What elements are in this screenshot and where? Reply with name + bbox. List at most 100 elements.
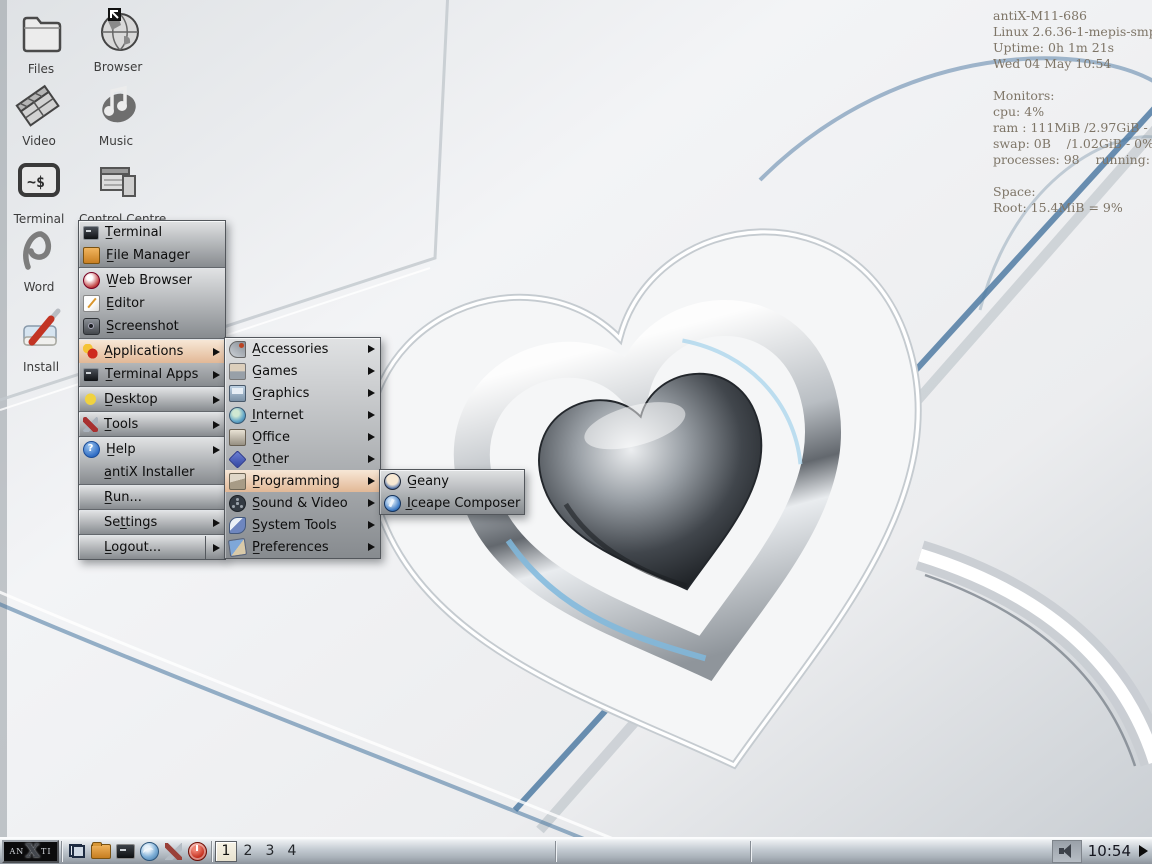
conky-line: swap: 0B /1.02GiB - 0%	[993, 136, 1151, 152]
taskbar-file-manager-button[interactable]	[89, 840, 113, 863]
menu-item-label: H̲elp	[106, 442, 136, 457]
menu-item-sound-video[interactable]: S̲ound & Video	[225, 492, 380, 514]
taskbar: ANXTI 1 2 3 4 10:54	[0, 837, 1152, 864]
taskbar-divider	[750, 841, 752, 862]
desktop-icon-label: Word	[0, 280, 78, 294]
menu-item-label: W̲eb Browser	[106, 273, 192, 288]
menu-item-iceape-composer[interactable]: I̲ceape Composer	[380, 492, 524, 514]
menu-item-terminal-apps[interactable]: T̲erminal Apps	[79, 363, 225, 386]
menu-item-label: L̲ogout...	[104, 540, 161, 555]
abiword-a-icon	[15, 226, 63, 274]
conky-line: Uptime: 0h 1m 21s	[993, 40, 1151, 56]
desktop-icon-control-centre[interactable]: Control Centre	[79, 158, 157, 226]
desktop-icon-word[interactable]: Word	[0, 226, 78, 294]
other-diamond-icon	[228, 450, 246, 468]
menu-item-label: S̲ound & Video	[252, 496, 348, 511]
taskbar-browser-button[interactable]	[137, 840, 161, 863]
preferences-icon	[228, 537, 247, 556]
menu-item-games[interactable]: G̲ames	[225, 360, 380, 382]
taskbar-divider	[211, 841, 213, 862]
taskbar-task-area	[303, 838, 1052, 864]
desktop-icon-music[interactable]: Music	[77, 80, 155, 148]
terminal-icon	[83, 226, 99, 240]
svg-text:~$: ~$	[27, 173, 45, 191]
menu-item-internet[interactable]: I̲nternet	[225, 404, 380, 426]
conky-line: processes: 98 running: 1	[993, 152, 1151, 168]
office-icon	[229, 429, 246, 446]
menu-item-system-tools[interactable]: S̲ystem Tools	[225, 514, 380, 536]
film-reel-icon	[229, 495, 246, 512]
taskbar-divider	[61, 841, 63, 862]
speaker-volume-icon	[1059, 844, 1074, 858]
icon-spacer	[83, 540, 98, 555]
tools-wrench-icon	[83, 417, 98, 432]
control-centre-windows-icon	[94, 158, 142, 206]
menu-item-file-manager[interactable]: F̲ile Manager	[79, 244, 225, 267]
menu-item-settings[interactable]: Set̲tings	[79, 511, 225, 534]
menu-item-label: S̲creenshot	[106, 319, 179, 334]
desktop-icon	[83, 392, 98, 407]
programming-submenu: G̲eany I̲ceape Composer	[379, 469, 525, 515]
menu-item-terminal[interactable]: T̲erminal	[79, 221, 225, 244]
desktop-icon-label: Files	[2, 62, 80, 76]
menu-item-geany[interactable]: G̲eany	[380, 470, 524, 492]
desktop-icon-label: Terminal	[0, 212, 78, 226]
menu-item-tools[interactable]: T̲ools	[79, 413, 225, 436]
submenu-arrow-icon	[213, 421, 220, 429]
desktop-icon-video[interactable]: Video	[0, 80, 78, 148]
desktop: antiX-M11-686 Linux 2.6.36-1-mepis-smp U…	[0, 0, 1152, 864]
menu-item-help[interactable]: H̲elp	[79, 438, 225, 461]
menu-item-label: F̲ile Manager	[106, 248, 190, 263]
window-list-icon	[69, 844, 85, 858]
menu-item-label: D̲esktop	[104, 392, 158, 407]
submenu-arrow-icon	[368, 411, 375, 419]
desktop-icon-files[interactable]: Files	[2, 8, 80, 76]
menu-item-run[interactable]: R̲un...	[79, 486, 225, 509]
desktop-icon-label: Music	[77, 134, 155, 148]
games-icon	[229, 363, 246, 380]
menu-item-accessories[interactable]: A̲ccessories	[225, 338, 380, 360]
menu-item-label: T̲erminal Apps	[105, 367, 198, 382]
workspace-3-button[interactable]: 3	[259, 841, 281, 862]
menu-item-label: I̲ceape Composer	[407, 496, 520, 511]
menu-item-desktop[interactable]: D̲esktop	[79, 388, 225, 411]
taskbar-terminal-button[interactable]	[113, 840, 137, 863]
menu-item-screenshot[interactable]: S̲creenshot	[79, 315, 225, 338]
workspace-2-button[interactable]: 2	[237, 841, 259, 862]
menu-item-other[interactable]: O̲ther	[225, 448, 380, 470]
video-clapperboard-icon	[15, 80, 63, 128]
menu-item-applications[interactable]: A̲pplications	[79, 340, 225, 363]
collapse-arrow-icon[interactable]	[1139, 845, 1148, 857]
workspace-1-button[interactable]: 1	[215, 841, 237, 862]
menu-item-editor[interactable]: E̲ditor	[79, 292, 225, 315]
menu-item-web-browser[interactable]: W̲eb Browser	[79, 269, 225, 292]
taskbar-tools-button[interactable]	[161, 840, 185, 863]
graphics-monitor-icon	[229, 385, 246, 402]
menu-item-preferences[interactable]: P̲references	[225, 536, 380, 558]
taskbar-window-list-button[interactable]	[65, 840, 89, 863]
internet-globe-icon	[229, 407, 246, 424]
files-folder-icon	[17, 8, 65, 56]
menu-item-antix-installer[interactable]: a̲ntiX Installer	[79, 461, 225, 484]
workspace-4-button[interactable]: 4	[281, 841, 303, 862]
taskbar-logout-button[interactable]	[185, 840, 209, 863]
desktop-icon-browser[interactable]: Browser	[79, 6, 157, 74]
menu-item-logout[interactable]: L̲ogout...	[79, 536, 225, 559]
submenu-arrow-icon	[368, 543, 375, 551]
desktop-icon-terminal[interactable]: ~$ Terminal	[0, 158, 78, 226]
menu-item-label: T̲erminal	[105, 225, 162, 240]
volume-control[interactable]	[1052, 840, 1082, 863]
submenu-arrow-icon	[368, 389, 375, 397]
conky-system-monitor: antiX-M11-686 Linux 2.6.36-1-mepis-smp U…	[993, 8, 1151, 216]
desktop-icon-install[interactable]: Install	[2, 306, 80, 374]
conky-line: ram : 111MiB /2.97GiB - 3%	[993, 120, 1151, 136]
antix-menu-button[interactable]: ANXTI	[2, 840, 59, 863]
editor-icon	[83, 295, 100, 312]
menu-item-programming[interactable]: P̲rogramming	[225, 470, 380, 492]
browser-globe-icon	[140, 842, 159, 861]
conky-line	[993, 168, 1151, 184]
conky-line: Monitors:	[993, 88, 1151, 104]
menu-item-office[interactable]: O̲ffice	[225, 426, 380, 448]
menu-item-label: O̲ther	[252, 452, 289, 467]
menu-item-graphics[interactable]: G̲raphics	[225, 382, 380, 404]
